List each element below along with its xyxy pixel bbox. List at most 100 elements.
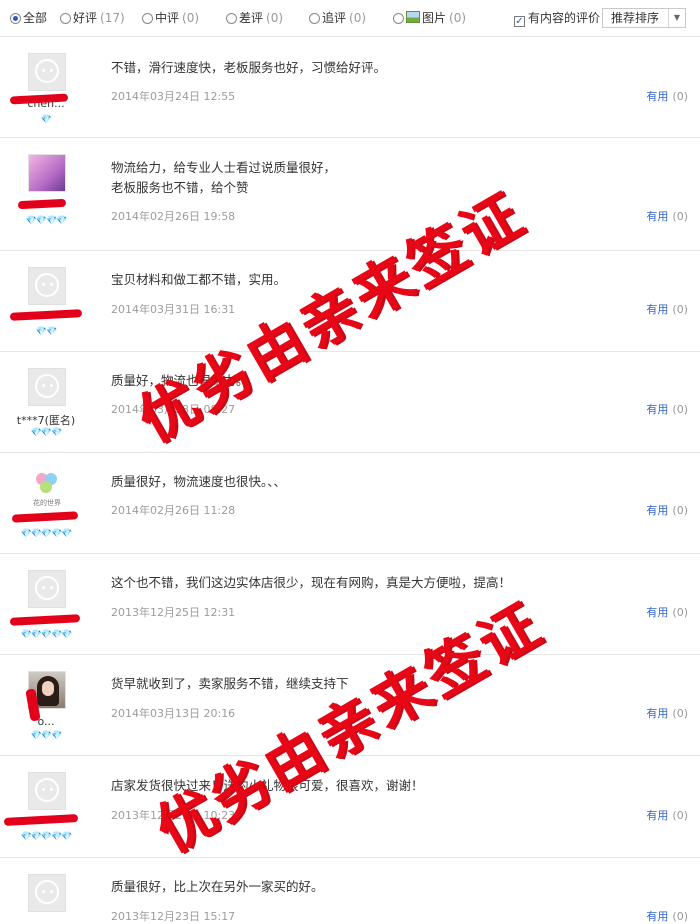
redaction-mark [17, 198, 67, 210]
useful-label[interactable]: 有用 [646, 910, 668, 923]
review-item: 💎💎💎💎💎 店家发货很快过来！送的小礼物很可爱，很喜欢，谢谢！ 2013年12月… [0, 756, 700, 858]
review-date: 2014年03月24日 12:55 [111, 90, 236, 103]
chevron-down-icon[interactable]: ▼ [668, 9, 685, 27]
review-item: 花的世界 💎💎💎💎💎 质量很好，物流速度也很快。、、 2014年02月26日 1… [0, 453, 700, 554]
default-avatar-icon [35, 59, 59, 83]
avatar [28, 874, 66, 912]
review-date: 2014年03月13日 20:16 [111, 707, 236, 720]
reviewer-name[interactable]: o... [8, 715, 84, 728]
useful-label[interactable]: 有用 [646, 707, 668, 720]
useful-label[interactable]: 有用 [646, 504, 668, 517]
review-date: 2014年02月26日 11:28 [111, 504, 236, 517]
useful-button[interactable]: 有用 (0) [646, 502, 688, 518]
credit-hearts-icon: 💎💎💎💎 [25, 216, 68, 226]
credit-hearts-icon: 💎💎 [35, 327, 57, 337]
review-date: 2014年03月31日 16:31 [111, 303, 236, 316]
checkbox-checked-icon[interactable]: ✓ [514, 16, 525, 27]
default-avatar-icon [35, 880, 59, 904]
radio-icon[interactable] [60, 13, 71, 24]
review-item: 质量很好，比上次在另外一家买的好。 2013年12月23日 15:17 有用 (0… [0, 858, 700, 923]
filter-good[interactable]: 好评 (17) [60, 10, 125, 26]
review-content: 店家发货很快过来！送的小礼物很可爱，很喜欢，谢谢！ [111, 778, 424, 793]
review-filter-bar: 全部 好评 (17) 中评 (0) 差评 (0) 追评 (0) 图片 (0) ✓ 有内容的评… [0, 0, 700, 37]
filter-all-label: 全部 [23, 11, 48, 25]
useful-button[interactable]: 有用 (0) [646, 401, 688, 417]
review-content: 这个也不错，我们这边实体店很少，现在有网购，真是大方便啦，提高！ [111, 575, 512, 590]
useful-button[interactable]: 有用 (0) [646, 807, 688, 823]
avatar [28, 53, 66, 91]
filter-followup[interactable]: 追评 (0) [309, 10, 366, 26]
radio-selected-icon[interactable] [10, 13, 21, 24]
useful-label[interactable]: 有用 [646, 403, 668, 416]
useful-button[interactable]: 有用 (0) [646, 604, 688, 620]
avatar: 花的世界 [28, 469, 66, 507]
avatar-face [42, 681, 54, 696]
credit-hearts-icon: 💎💎💎💎💎 [20, 630, 72, 640]
default-avatar-icon [35, 273, 59, 297]
filter-bad-count: (0) [266, 11, 284, 25]
useful-count: (0) [672, 210, 688, 223]
redaction-mark [9, 309, 83, 321]
useful-count: (0) [672, 403, 688, 416]
useful-label[interactable]: 有用 [646, 303, 668, 316]
useful-label[interactable]: 有用 [646, 90, 668, 103]
filter-bad-label: 差评 [239, 11, 264, 25]
radio-icon[interactable] [393, 13, 404, 24]
useful-count: (0) [672, 606, 688, 619]
radio-icon[interactable] [226, 13, 237, 24]
useful-count: (0) [672, 504, 688, 517]
credit-hearts-icon: 💎💎💎 [30, 428, 63, 438]
with-content-filter[interactable]: ✓ 有内容的评价 [514, 10, 601, 27]
useful-button[interactable]: 有用 (0) [646, 88, 688, 104]
redaction-mark [11, 511, 79, 523]
filter-good-count: (17) [100, 11, 125, 25]
redaction-mark [9, 614, 81, 626]
useful-label[interactable]: 有用 [646, 606, 668, 619]
filter-good-label: 好评 [73, 11, 98, 25]
picture-icon [406, 11, 420, 23]
review-content: 质量好，物流也很给力。 [111, 373, 249, 388]
review-content: 货早就收到了，卖家服务不错，继续支持下 [111, 676, 349, 691]
credit-hearts-icon: 💎💎💎 [30, 731, 63, 741]
review-content: 不错，滑行速度快，老板服务也好，习惯给好评。 [111, 60, 387, 75]
filter-neutral[interactable]: 中评 (0) [142, 10, 199, 26]
useful-button[interactable]: 有用 (0) [646, 208, 688, 224]
useful-label[interactable]: 有用 [646, 210, 668, 223]
avatar-caption: 花的世界 [33, 499, 61, 507]
filter-all[interactable]: 全部 [10, 10, 47, 26]
filter-pictures-label: 图片 [422, 11, 447, 25]
radio-icon[interactable] [309, 13, 320, 24]
useful-count: (0) [672, 910, 688, 923]
useful-count: (0) [672, 90, 688, 103]
review-date: 2013年12月23日 15:17 [111, 910, 236, 923]
review-date: 2014年02月26日 19:58 [111, 210, 236, 223]
filter-followup-label: 追评 [322, 11, 347, 25]
review-content: 质量很好，物流速度也很快。、、 [111, 474, 287, 489]
with-content-label: 有内容的评价 [528, 11, 601, 25]
filter-pictures-count: (0) [449, 11, 467, 25]
filter-pictures[interactable]: 图片 (0) [393, 10, 466, 26]
radio-icon[interactable] [142, 13, 153, 24]
filter-bad[interactable]: 差评 (0) [226, 10, 283, 26]
useful-button[interactable]: 有用 (0) [646, 301, 688, 317]
default-avatar-icon [35, 374, 59, 398]
review-item: 💎💎💎💎 物流给力，给专业人士看过说质量很好， 老板服务也不错，给个赞 2014… [0, 138, 700, 251]
review-content: 质量很好，比上次在另外一家买的好。 [111, 879, 324, 894]
useful-button[interactable]: 有用 (0) [646, 908, 688, 924]
review-date: 2014年03月28日 08:27 [111, 403, 236, 416]
useful-count: (0) [672, 303, 688, 316]
sort-select[interactable]: 推荐排序 ▼ [602, 8, 686, 28]
review-item: 💎💎💎💎💎 这个也不错，我们这边实体店很少，现在有网购，真是大方便啦，提高！ 2… [0, 554, 700, 655]
review-content: 宝贝材料和做工都不错，实用。 [111, 272, 287, 287]
useful-button[interactable]: 有用 (0) [646, 705, 688, 721]
review-item: chen... 💎 不错，滑行速度快，老板服务也好，习惯给好评。 2014年03… [0, 37, 700, 138]
review-item: t***7(匿名) 💎💎💎 质量好，物流也很给力。 2014年03月28日 08… [0, 352, 700, 453]
reviewer-name[interactable]: t***7(匿名) [8, 412, 84, 428]
review-date: 2013年12月25日 12:31 [111, 606, 236, 619]
avatar [28, 772, 66, 810]
credit-hearts-icon: 💎 [40, 115, 52, 125]
useful-label[interactable]: 有用 [646, 809, 668, 822]
sort-selected-value: 推荐排序 [611, 11, 660, 25]
avatar [28, 368, 66, 406]
useful-count: (0) [672, 707, 688, 720]
